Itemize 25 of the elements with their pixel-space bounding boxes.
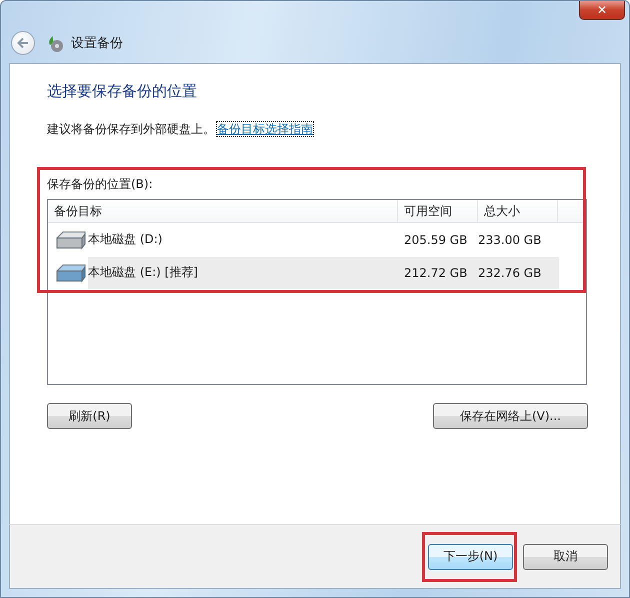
hard-drive-icon [54, 228, 88, 250]
table-cell-text: 205.59 GB [403, 232, 468, 246]
table-cell-text: 233.00 GB [478, 232, 542, 246]
column-header[interactable]: 备份目标 [48, 200, 398, 222]
hard-drive-icon [54, 262, 88, 284]
table-row[interactable]: 本地磁盘 (E:) [推荐] 212.72 GB 232.76 GB [88, 256, 559, 288]
next-button[interactable]: 下一步(N) [428, 544, 513, 570]
table-cell-text: 本地磁盘 (E:) [推荐] [88, 264, 199, 281]
intro-text: 建议将备份保存到外部硬盘上。 [47, 122, 215, 136]
table-cell-text: 212.72 GB [403, 266, 468, 280]
cancel-button[interactable]: 取消 [523, 544, 608, 570]
back-button[interactable] [11, 31, 35, 55]
window-title: 设置备份 [71, 35, 123, 52]
guide-link[interactable]: 备份目标选择指南 [217, 122, 313, 136]
list-label: 保存备份的位置(B): [47, 176, 154, 193]
page-heading: 选择要保存备份的位置 [47, 82, 198, 101]
back-arrow-icon [16, 36, 30, 50]
column-header[interactable]: 可用空间 [398, 200, 478, 222]
refresh-button[interactable]: 刷新(R) [47, 403, 132, 429]
network-button[interactable]: 保存在网络上(V)... [433, 403, 588, 429]
table-cell-text: 232.76 GB [478, 266, 542, 280]
column-header[interactable]: 总大小 [478, 200, 558, 222]
table-row[interactable]: 本地磁盘 (D:) 205.59 GB 233.00 GB [88, 224, 559, 256]
close-button[interactable]: ✕ [579, 1, 625, 20]
table-cell-text: 本地磁盘 (D:) [88, 231, 164, 248]
